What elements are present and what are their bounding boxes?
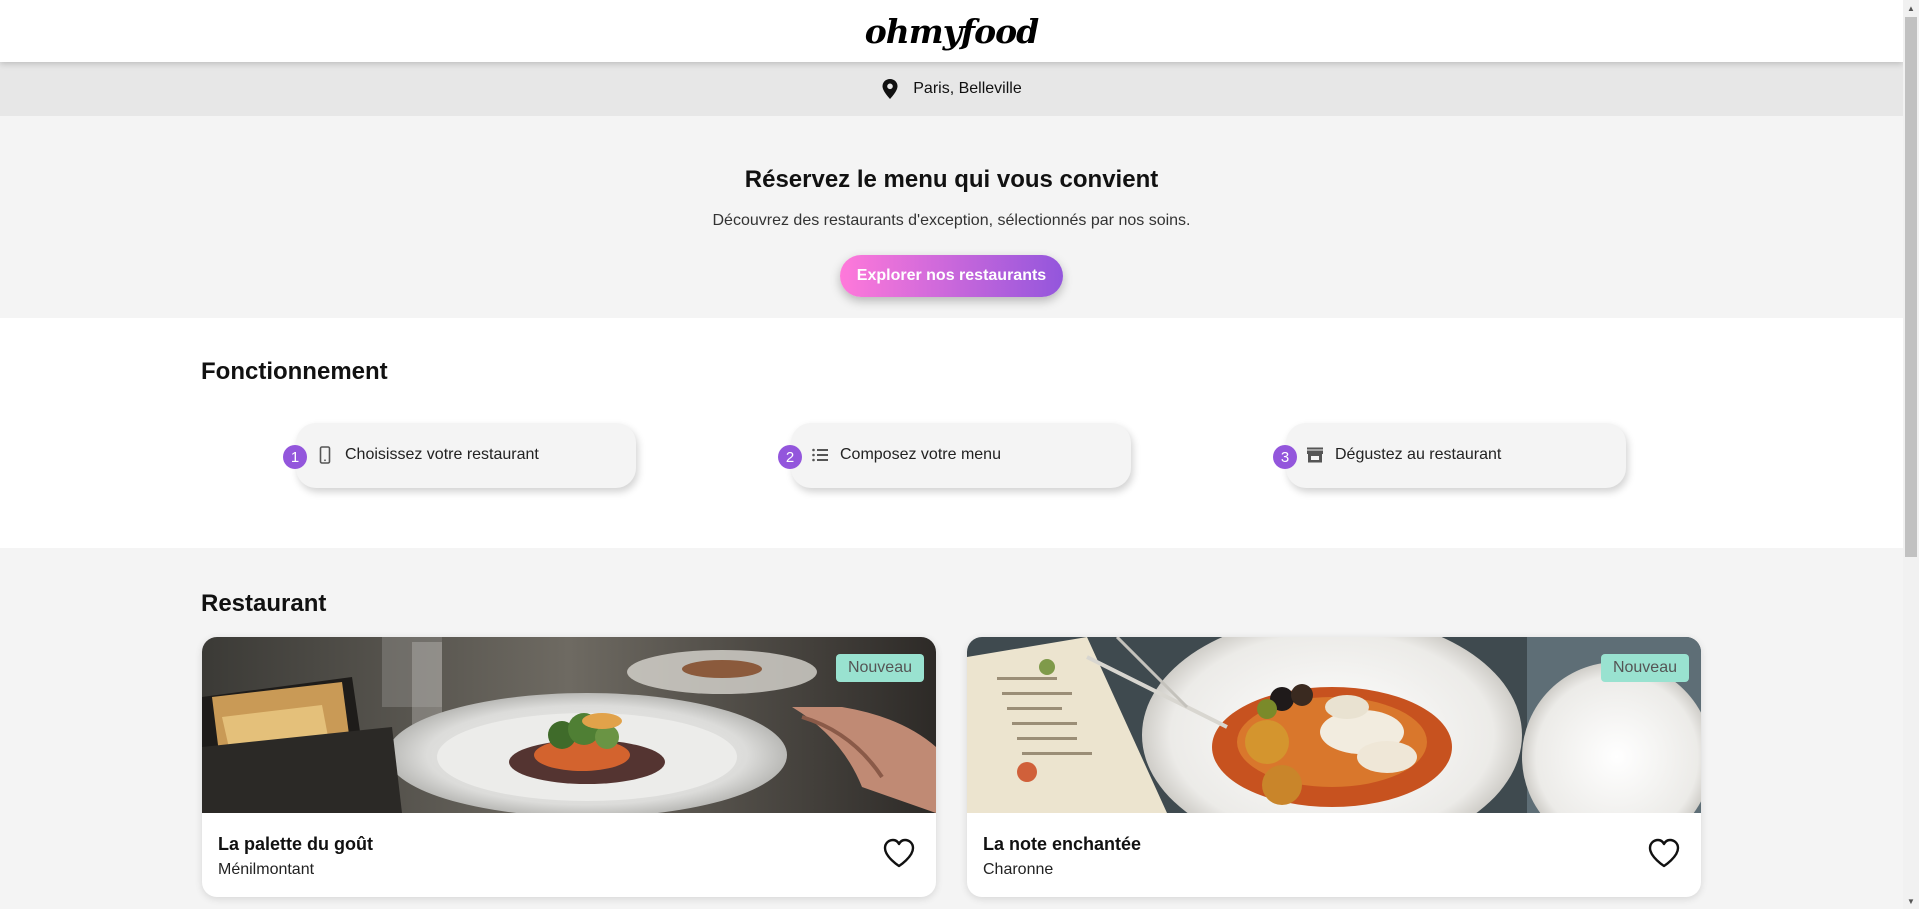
site-header: ohmyfood — [0, 0, 1903, 62]
restaurant-card[interactable]: Nouveau La note enchantée Charonne — [967, 637, 1701, 897]
list-icon — [812, 448, 828, 462]
scroll-up-arrow-icon[interactable]: ▲ — [1903, 0, 1919, 16]
step-number: 3 — [1273, 445, 1297, 469]
explore-restaurants-button[interactable]: Explorer nos restaurants — [840, 255, 1063, 297]
location-bar: Paris, Belleville — [0, 62, 1903, 116]
restaurant-name: La note enchantée — [983, 834, 1142, 854]
restaurants-section: Restaurant Nouveau La palette du goût Mé… — [0, 548, 1903, 909]
restaurant-name: La palette du goût — [218, 834, 373, 854]
vertical-scrollbar[interactable]: ▲ ▼ — [1903, 0, 1919, 909]
new-badge: Nouveau — [1600, 654, 1689, 682]
location-text: Paris, Belleville — [913, 80, 1022, 97]
store-icon — [1307, 447, 1323, 463]
step-label: Choisissez votre restaurant — [345, 446, 539, 463]
hero-subtitle: Découvrez des restaurants d'exception, s… — [712, 212, 1191, 229]
step-label: Composez votre menu — [840, 446, 1001, 463]
restaurants-title: Restaurant — [201, 590, 327, 617]
step-label: Dégustez au restaurant — [1335, 446, 1502, 463]
restaurant-area: Ménilmontant — [218, 861, 315, 878]
mobile-phone-icon — [319, 446, 331, 464]
step-compose-menu: 2 Composez votre menu — [778, 423, 1131, 488]
scrollbar-thumb[interactable] — [1905, 17, 1917, 557]
step-enjoy-at-restaurant: 3 Dégustez au restaurant — [1273, 423, 1626, 488]
step-number: 1 — [283, 445, 307, 469]
hero-section: Réservez le menu qui vous convient Décou… — [0, 116, 1903, 318]
map-pin-icon — [882, 79, 898, 99]
how-it-works-title: Fonctionnement — [201, 358, 388, 385]
logo[interactable]: ohmyfood — [865, 12, 1039, 51]
heart-icon[interactable] — [882, 837, 916, 869]
new-badge: Nouveau — [835, 654, 924, 682]
restaurant-card[interactable]: Nouveau La palette du goût Ménilmontant — [202, 637, 936, 897]
restaurant-area: Charonne — [983, 861, 1054, 878]
step-number: 2 — [778, 445, 802, 469]
heart-icon[interactable] — [1647, 837, 1681, 869]
scroll-down-arrow-icon[interactable]: ▼ — [1903, 893, 1919, 909]
page: ohmyfood Paris, Belleville Réservez le m… — [0, 0, 1903, 909]
hero-title: Réservez le menu qui vous convient — [744, 166, 1159, 193]
restaurant-photo: Nouveau — [967, 637, 1701, 813]
restaurant-photo: Nouveau — [202, 637, 936, 813]
step-choose-restaurant: 1 Choisissez votre restaurant — [283, 423, 636, 488]
how-it-works-section: Fonctionnement 1 Choisissez votre restau… — [0, 318, 1903, 548]
